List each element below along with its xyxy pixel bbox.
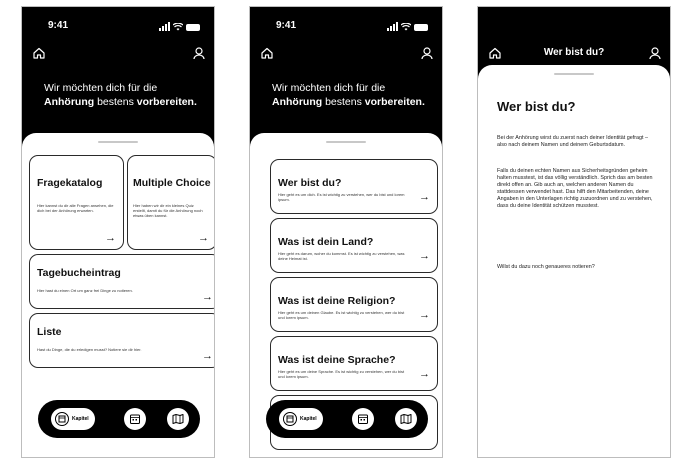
content-sheet: Wer bist du? Hier geht es um dich. Es is… [250, 133, 442, 457]
nav-calendar-button[interactable] [124, 408, 146, 430]
arrow-right-icon: → [105, 232, 116, 244]
card-was-ist-deine-sprache[interactable]: Was ist deine Sprache? Hier geht es um d… [270, 336, 438, 391]
hero-bold-anhoerung: Anhörung [272, 96, 323, 108]
card-title: Tagebucheintrag [37, 267, 121, 279]
user-icon[interactable] [420, 46, 434, 60]
paragraph: Bei der Anhörung wirst du zuerst nach de… [497, 135, 649, 148]
page-title: Wer bist du? [497, 99, 576, 114]
arrow-right-icon: → [202, 291, 213, 303]
battery-icon [414, 24, 428, 31]
hero-mid: bestens [94, 96, 137, 108]
sheet-handle[interactable] [98, 141, 138, 143]
card-description: Hier hast du einen Ort um ganz frei Ding… [37, 288, 133, 293]
card-title: Liste [37, 326, 62, 338]
book-icon [283, 412, 297, 426]
nav-kapitel-label: Kapitel [72, 416, 89, 422]
hero-mid: bestens [322, 96, 365, 108]
card-title: Fragekatalog [37, 177, 103, 189]
nav-kapitel-button[interactable]: Kapitel [279, 408, 323, 430]
status-icons [159, 22, 200, 31]
paragraph: Falls du deinen echten Namen aus Sicherh… [497, 168, 653, 209]
user-icon[interactable] [648, 46, 662, 60]
top-bar: Wer bist du? [478, 44, 670, 62]
bottom-nav: Kapitel [266, 400, 428, 438]
arrow-right-icon: → [419, 250, 430, 262]
wifi-icon [401, 23, 411, 31]
bottom-nav: Kapitel [38, 400, 200, 438]
battery-icon [186, 24, 200, 31]
arrow-right-icon: → [419, 368, 430, 380]
screen-chapter-overview: 9:41 Wir möchten dich für die Anhörung b… [21, 6, 215, 458]
signal-icon [387, 22, 398, 31]
card-wer-bist-du[interactable]: Wer bist du? Hier geht es um dich. Es is… [270, 159, 438, 214]
sheet-handle[interactable] [554, 73, 594, 75]
status-icons [387, 22, 428, 31]
content-sheet: Wer bist du? Bei der Anhörung wirst du z… [478, 65, 670, 457]
hero-bold-vorbereiten: vorbereiten. [364, 96, 425, 108]
user-icon[interactable] [192, 46, 206, 60]
arrow-right-icon: → [198, 232, 209, 244]
status-time: 9:41 [276, 20, 297, 31]
content-sheet: Fragekatalog Hier kannst du dir alle Fra… [22, 133, 214, 457]
calendar-icon [130, 414, 140, 424]
card-fragekatalog[interactable]: Fragekatalog Hier kannst du dir alle Fra… [29, 155, 124, 250]
wifi-icon [173, 23, 183, 31]
hero-line-2: Anhörung bestens vorbereiten. [272, 95, 432, 109]
screen-wer-bist-du-detail: Wer bist du? Wer bist du? Bei der Anhöru… [477, 6, 671, 458]
card-title: Wer bist du? [278, 177, 342, 189]
nav-map-button[interactable] [395, 408, 417, 430]
top-bar [22, 44, 214, 62]
hero-line-1: Wir möchten dich für die [272, 82, 386, 94]
status-bar: 9:41 [22, 20, 214, 34]
book-icon [55, 412, 69, 426]
hero-bold-vorbereiten: vorbereiten. [136, 96, 197, 108]
card-description: Hier geht es um deinen Glaube. Es ist wi… [278, 310, 405, 321]
home-icon[interactable] [32, 46, 46, 60]
card-description: Hier kannst du dir alle Fragen ansehen, … [37, 203, 114, 214]
hero-text: Wir möchten dich für die Anhörung besten… [44, 81, 204, 109]
card-description: Hier geht es um dich. Es ist wichtig zu … [278, 192, 405, 203]
top-bar [250, 44, 442, 62]
arrow-right-icon: → [202, 350, 213, 362]
hero-text: Wir möchten dich für die Anhörung besten… [272, 81, 432, 109]
sheet-handle[interactable] [326, 141, 366, 143]
arrow-right-icon: → [419, 309, 430, 321]
card-tagebucheintrag[interactable]: Tagebucheintrag Hier hast du einen Ort u… [29, 254, 214, 309]
hero-bold-anhoerung: Anhörung [44, 96, 95, 108]
paragraph: Willst du dazu noch genaueres notieren? [497, 264, 595, 270]
map-icon [172, 414, 184, 424]
card-description: Hast du Dinge, die du erledigen musst? N… [37, 347, 142, 352]
topbar-title: Wer bist du? [543, 47, 605, 58]
card-was-ist-dein-land[interactable]: Was ist dein Land? Hier geht es darum, w… [270, 218, 438, 273]
card-title: Was ist dein Land? [278, 236, 374, 248]
map-icon [400, 414, 412, 424]
card-description: Hier geht es darum, woher du kommst. Es … [278, 251, 405, 262]
hero-line-1: Wir möchten dich für die [44, 82, 158, 94]
status-bar: 9:41 [250, 20, 442, 34]
arrow-right-icon: → [419, 191, 430, 203]
nav-map-button[interactable] [167, 408, 189, 430]
hero-line-2: Anhörung bestens vorbereiten. [44, 95, 204, 109]
card-multiple-choice[interactable]: Multiple Choice Hier haben wir dir ein k… [127, 155, 214, 250]
card-was-ist-deine-religion[interactable]: Was ist deine Religion? Hier geht es um … [270, 277, 438, 332]
card-liste[interactable]: Liste Hast du Dinge, die du erledigen mu… [29, 313, 214, 368]
calendar-icon [358, 414, 368, 424]
card-description: Hier geht es um deine Sprache. Es ist wi… [278, 369, 405, 380]
nav-kapitel-button[interactable]: Kapitel [51, 408, 95, 430]
signal-icon [159, 22, 170, 31]
card-title: Was ist deine Sprache? [278, 354, 396, 366]
card-description: Hier haben wir dir ein kleines Quiz erst… [133, 203, 203, 219]
screen-question-list: 9:41 Wir möchten dich für die Anhörung b… [249, 6, 443, 458]
status-time: 9:41 [48, 20, 69, 31]
card-title: Multiple Choice [133, 177, 211, 189]
nav-calendar-button[interactable] [352, 408, 374, 430]
home-icon[interactable] [260, 46, 274, 60]
nav-kapitel-label: Kapitel [300, 416, 317, 422]
card-title: Was ist deine Religion? [278, 295, 396, 307]
